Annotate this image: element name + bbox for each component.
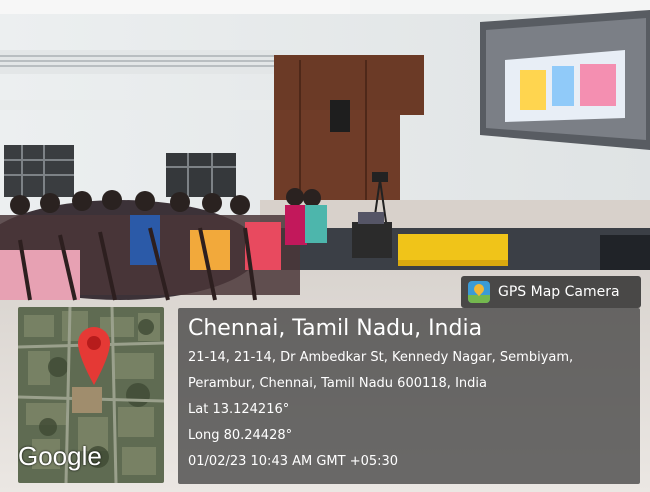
timestamp-text: 01/02/23 10:43 AM GMT +05:30 — [188, 454, 399, 469]
geotagged-photo: GPS Map Camera Google Chennai, Tamil Nad… — [0, 0, 650, 492]
gps-map-camera-badge: GPS Map Camera — [461, 276, 641, 308]
gps-map-camera-app-icon — [468, 281, 490, 303]
address-line-1: 21-14, 21-14, Dr Ambedkar St, Kennedy Na… — [188, 350, 574, 365]
location-pin-icon — [78, 327, 110, 385]
location-info-panel: Chennai, Tamil Nadu, India 21-14, 21-14,… — [178, 308, 640, 484]
longitude-text: Long 80.24428° — [188, 428, 293, 443]
location-title: Chennai, Tamil Nadu, India — [188, 316, 483, 341]
map-thumbnail: Google — [18, 307, 164, 483]
latitude-text: Lat 13.124216° — [188, 402, 290, 417]
google-logo: Google — [18, 441, 102, 471]
address-line-2: Perambur, Chennai, Tamil Nadu 600118, In… — [188, 376, 487, 391]
gps-map-camera-label: GPS Map Camera — [498, 284, 620, 300]
